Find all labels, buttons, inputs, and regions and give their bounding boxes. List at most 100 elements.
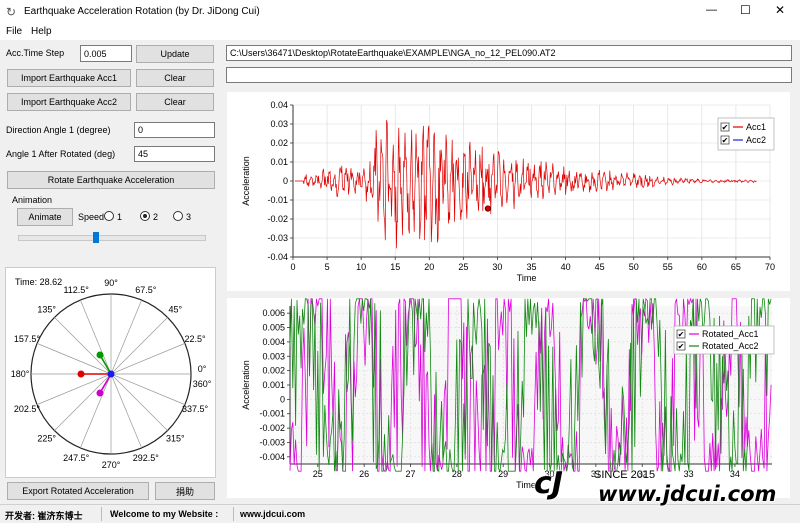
- polar-spoke: [110, 317, 168, 375]
- watermark-url: www.jdcui.com: [598, 482, 777, 506]
- y-tick-label: -0.04: [267, 252, 288, 262]
- y-tick-label: -0.001: [259, 409, 285, 419]
- y-tick-label: 0.006: [262, 308, 285, 318]
- y-tick-label: -0.002: [259, 423, 285, 433]
- polar-angle-label: 67.5°: [135, 285, 157, 295]
- x-tick-label: 25: [313, 469, 323, 479]
- x-tick-label: 55: [663, 262, 673, 272]
- chart1-panel: 0.04 0.03 0.02 0.01 0 -0.01 -0.02 -0.03 -0.04 0 5 1…: [227, 92, 790, 291]
- polar-angle-label: 292.5°: [133, 453, 160, 463]
- polar-angle-label: 180°: [11, 369, 30, 379]
- x-tick-label: 40: [561, 262, 571, 272]
- legend-label: Acc1: [746, 122, 766, 132]
- y-axis-label: Acceleration: [241, 360, 251, 410]
- y-tick-label: 0: [283, 176, 288, 186]
- app-icon: ↻: [6, 5, 17, 19]
- export-button[interactable]: Export Rotated Acceleration: [7, 482, 149, 500]
- polar-spoke: [54, 373, 112, 431]
- angle-after-label: Angle 1 After Rotated (deg): [6, 149, 116, 159]
- y-tick-label: 0.02: [270, 138, 288, 148]
- animation-slider-track[interactable]: [18, 235, 206, 241]
- x-axis-label: Time: [517, 273, 537, 283]
- import-acc1-button[interactable]: Import Earthquake Acc1: [7, 69, 131, 87]
- direction-angle-input[interactable]: 0: [134, 122, 215, 138]
- import-acc2-button[interactable]: Import Earthquake Acc2: [7, 93, 131, 111]
- welcome-label: Welcome to my Website :: [110, 509, 219, 519]
- x-tick-label: 70: [765, 262, 775, 272]
- rotate-button[interactable]: Rotate Earthquake Acceleration: [7, 171, 215, 189]
- x-tick-label: 0: [290, 262, 295, 272]
- legend-check-mark: ✔: [678, 342, 685, 351]
- legend-label: Rotated_Acc2: [702, 341, 759, 351]
- y-tick-label: 0.01: [270, 157, 288, 167]
- polar-diagram: 0° 22.5° 45° 67.5° 90° 112.5° 135° 157.5° 180° 20…: [11, 278, 212, 470]
- donate-button[interactable]: 捐助: [155, 482, 215, 500]
- y-tick-label: 0.04: [270, 100, 288, 110]
- polar-spoke: [54, 317, 112, 375]
- y-tick-label: 0.005: [262, 323, 285, 333]
- y-tick-label: 0.002: [262, 366, 285, 376]
- legend-label: Rotated_Acc1: [702, 329, 759, 339]
- angle-after-input[interactable]: 45: [134, 146, 215, 162]
- polar-angle-label: 157.5°: [14, 334, 41, 344]
- y-tick-label: 0.001: [262, 380, 285, 390]
- animation-group-label: Animation: [12, 195, 53, 205]
- x-tick-label: 60: [697, 262, 707, 272]
- time-marker-point: [484, 205, 491, 212]
- polar-angle-label: 112.5°: [63, 285, 89, 295]
- file-path-input[interactable]: C:\Users\36471\Desktop\RotateEarthquake\…: [226, 45, 792, 61]
- x-tick-label: 5: [325, 262, 330, 272]
- update-button[interactable]: Update: [136, 45, 214, 63]
- polar-angle-label: 225°: [37, 433, 56, 443]
- y-tick-label: -0.01: [267, 195, 288, 205]
- speed-label: Speed: [78, 212, 105, 222]
- polar-angle-label: 315°: [166, 433, 185, 443]
- direction-angle-label: Direction Angle 1 (degree): [6, 125, 111, 135]
- magenta-vector-tip: [96, 389, 104, 397]
- polar-angle-label: 337.5°: [182, 404, 209, 414]
- polar-angle-label: 45°: [169, 305, 183, 315]
- acc-time-step-input[interactable]: 0.005: [80, 45, 132, 62]
- x-tick-label: 65: [731, 262, 741, 272]
- file-path-input-2[interactable]: [226, 67, 792, 83]
- clear-acc1-button[interactable]: Clear: [136, 69, 214, 87]
- x-tick-label: 50: [629, 262, 639, 272]
- menu-help[interactable]: Help: [31, 26, 52, 37]
- menu-file[interactable]: File: [6, 26, 22, 37]
- maximize-button[interactable]: ☐: [740, 3, 751, 17]
- x-tick-label: 20: [424, 262, 434, 272]
- website-link[interactable]: www.jdcui.com: [240, 509, 305, 519]
- speed-option-1: 1: [117, 212, 123, 222]
- speed-radio-1[interactable]: [104, 211, 114, 221]
- animate-button[interactable]: Animate: [17, 208, 73, 226]
- x-tick-label: 10: [356, 262, 366, 272]
- x-tick-label: 26: [359, 469, 369, 479]
- y-tick-label: -0.004: [259, 452, 285, 462]
- x-tick-label: 15: [390, 262, 400, 272]
- polar-angle-label: 202.5°: [14, 404, 41, 414]
- x-tick-label: 25: [458, 262, 468, 272]
- polar-angle-label: 0°: [198, 364, 207, 374]
- speed-option-2: 2: [153, 212, 159, 222]
- x-tick-label: 30: [492, 262, 502, 272]
- polar-angle-label: 270°: [102, 460, 121, 470]
- speed-radio-2[interactable]: [140, 211, 150, 221]
- animation-slider-thumb[interactable]: [92, 232, 99, 243]
- chart1-svg: 0.040.030.020.010-0.01-0.02-0.03-0.040 5 1…: [241, 100, 775, 283]
- legend-check-mark: ✔: [722, 136, 729, 145]
- developer-label: 开发者: 崔济东博士: [5, 511, 83, 521]
- minimize-button[interactable]: —: [706, 4, 717, 16]
- speed-radio-3[interactable]: [173, 211, 183, 221]
- legend-check-mark: ✔: [678, 330, 685, 339]
- legend-check-mark: ✔: [722, 123, 729, 132]
- y-axis-label: Acceleration: [241, 156, 251, 206]
- y-tick-label: -0.02: [267, 214, 288, 224]
- window-title: Earthquake Acceleration Rotation (by Dr.…: [24, 6, 260, 17]
- legend-label: Acc2: [746, 135, 766, 145]
- watermark-since: SINCE 2015: [594, 469, 656, 481]
- clear-acc2-button[interactable]: Clear: [136, 93, 214, 111]
- close-button[interactable]: ✕: [775, 3, 785, 17]
- polar-panel: Time: 28.62 0° 22.5° 45° 67.5° 90° 112.5° 135°…: [5, 267, 216, 478]
- speed-option-3: 3: [186, 212, 192, 222]
- series-acc1-line: [295, 120, 757, 249]
